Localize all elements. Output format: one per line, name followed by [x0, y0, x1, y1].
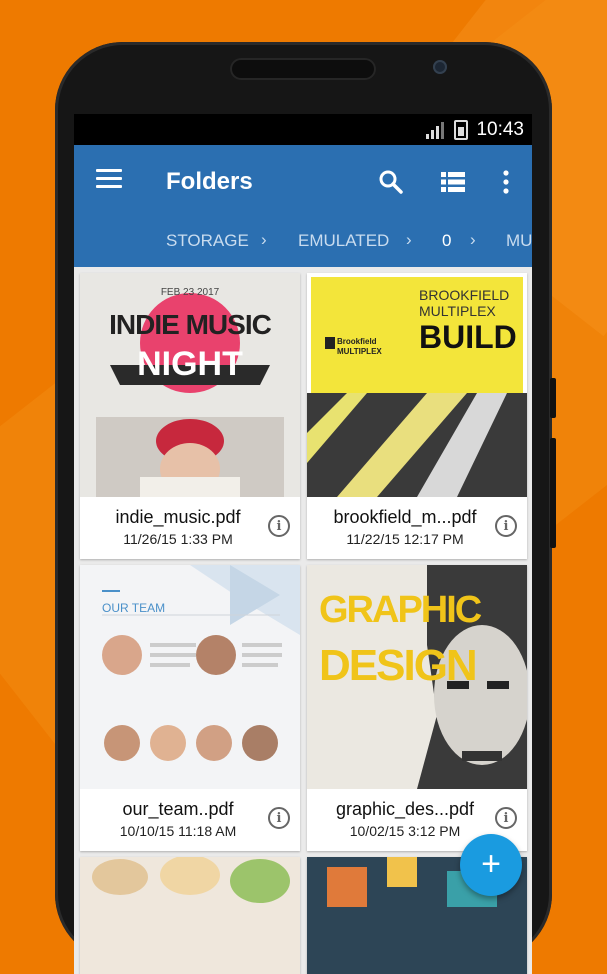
search-icon[interactable] [378, 169, 404, 195]
file-card[interactable]: OUR TEAM our_team..pdf 10/10/15 11:18 AM… [80, 565, 300, 851]
file-card[interactable]: BROOKFIELD MULTIPLEX BUILD Brookfield MU… [307, 273, 527, 559]
breadcrumb-emulated[interactable]: EMULATED [298, 231, 389, 251]
file-name: graphic_des...pdf [335, 799, 475, 819]
chevron-right-icon: › [261, 231, 267, 249]
power-button [550, 378, 556, 418]
poster-subtitle: NIGHT [137, 345, 243, 383]
file-thumbnail: BROOKFIELD MULTIPLEX BUILD Brookfield MU… [307, 273, 527, 497]
front-camera [433, 60, 447, 74]
status-bar: 10:43 [74, 114, 532, 145]
breadcrumb-storage[interactable]: STORAGE [166, 231, 249, 251]
poster-line2: DESIGN [319, 641, 478, 690]
phone-frame: 10:43 Folders STORAGE › EMULATED › 0 › M… [55, 42, 556, 974]
indie-music-poster [80, 273, 300, 497]
poster-line2: MULTIPLEX [419, 303, 496, 319]
breadcrumb: STORAGE › EMULATED › 0 › MU [74, 231, 532, 257]
poster-title: INDIE MUSIC [109, 309, 272, 340]
poster-kicker: FEB 23 2017 [160, 287, 220, 298]
breadcrumb-mu[interactable]: MU [506, 231, 532, 251]
file-card[interactable]: FEB 23 2017 INDIE MUSIC NIGHT indie_musi… [80, 273, 300, 559]
page-heading: OUR TEAM [102, 601, 166, 615]
file-name: our_team..pdf [122, 799, 234, 819]
add-fab-button[interactable]: + [460, 834, 522, 896]
file-date: 10/10/15 11:18 AM [119, 823, 237, 839]
poster-line1: BROOKFIELD [419, 287, 510, 303]
file-thumbnail [80, 857, 300, 974]
poster-line1: GRAPHIC [319, 589, 482, 631]
info-icon[interactable]: i [495, 515, 517, 537]
more-vert-icon[interactable] [502, 169, 510, 195]
chevron-right-icon: › [470, 231, 476, 249]
volume-button [550, 438, 556, 548]
chevron-right-icon: › [406, 231, 412, 249]
our-team-page [80, 565, 300, 789]
info-icon[interactable]: i [495, 807, 517, 829]
file-thumbnail: GRAPHIC DESIGN [307, 565, 527, 789]
file-name: indie_music.pdf [115, 507, 241, 527]
file-name: brookfield_m...pdf [333, 507, 477, 527]
status-time: 10:43 [476, 119, 524, 140]
file-caption: indie_music.pdf 11/26/15 1:33 PM i [80, 497, 300, 559]
signal-icon [426, 122, 444, 139]
breadcrumb-0[interactable]: 0 [442, 231, 451, 251]
file-caption: brookfield_m...pdf 11/22/15 12:17 PM i [307, 497, 527, 559]
file-date: 11/26/15 1:33 PM [123, 531, 233, 547]
file-caption: our_team..pdf 10/10/15 11:18 AM i [80, 789, 300, 851]
app-bar: Folders STORAGE › EMULATED › 0 › MU [74, 145, 532, 267]
page-title: Folders [166, 168, 253, 195]
brand-logo: Brookfield MULTIPLEX [337, 337, 382, 356]
list-view-icon[interactable] [441, 172, 465, 192]
battery-icon [454, 120, 468, 140]
file-card[interactable]: GRAPHIC DESIGN graphic_des...pdf 10/02/1… [307, 565, 527, 851]
file-thumbnail: FEB 23 2017 INDIE MUSIC NIGHT [80, 273, 300, 497]
file-date: 10/02/15 3:12 PM [349, 823, 461, 839]
screen: 10:43 Folders STORAGE › EMULATED › 0 › M… [74, 114, 532, 974]
file-card[interactable] [80, 857, 300, 974]
menu-icon[interactable] [96, 169, 122, 189]
file-date: 11/22/15 12:17 PM [346, 531, 464, 547]
speaker-grille [230, 58, 376, 80]
info-icon[interactable]: i [268, 807, 290, 829]
file-thumbnail: OUR TEAM [80, 565, 300, 789]
info-icon[interactable]: i [268, 515, 290, 537]
poster-line3: BUILD [419, 319, 517, 355]
